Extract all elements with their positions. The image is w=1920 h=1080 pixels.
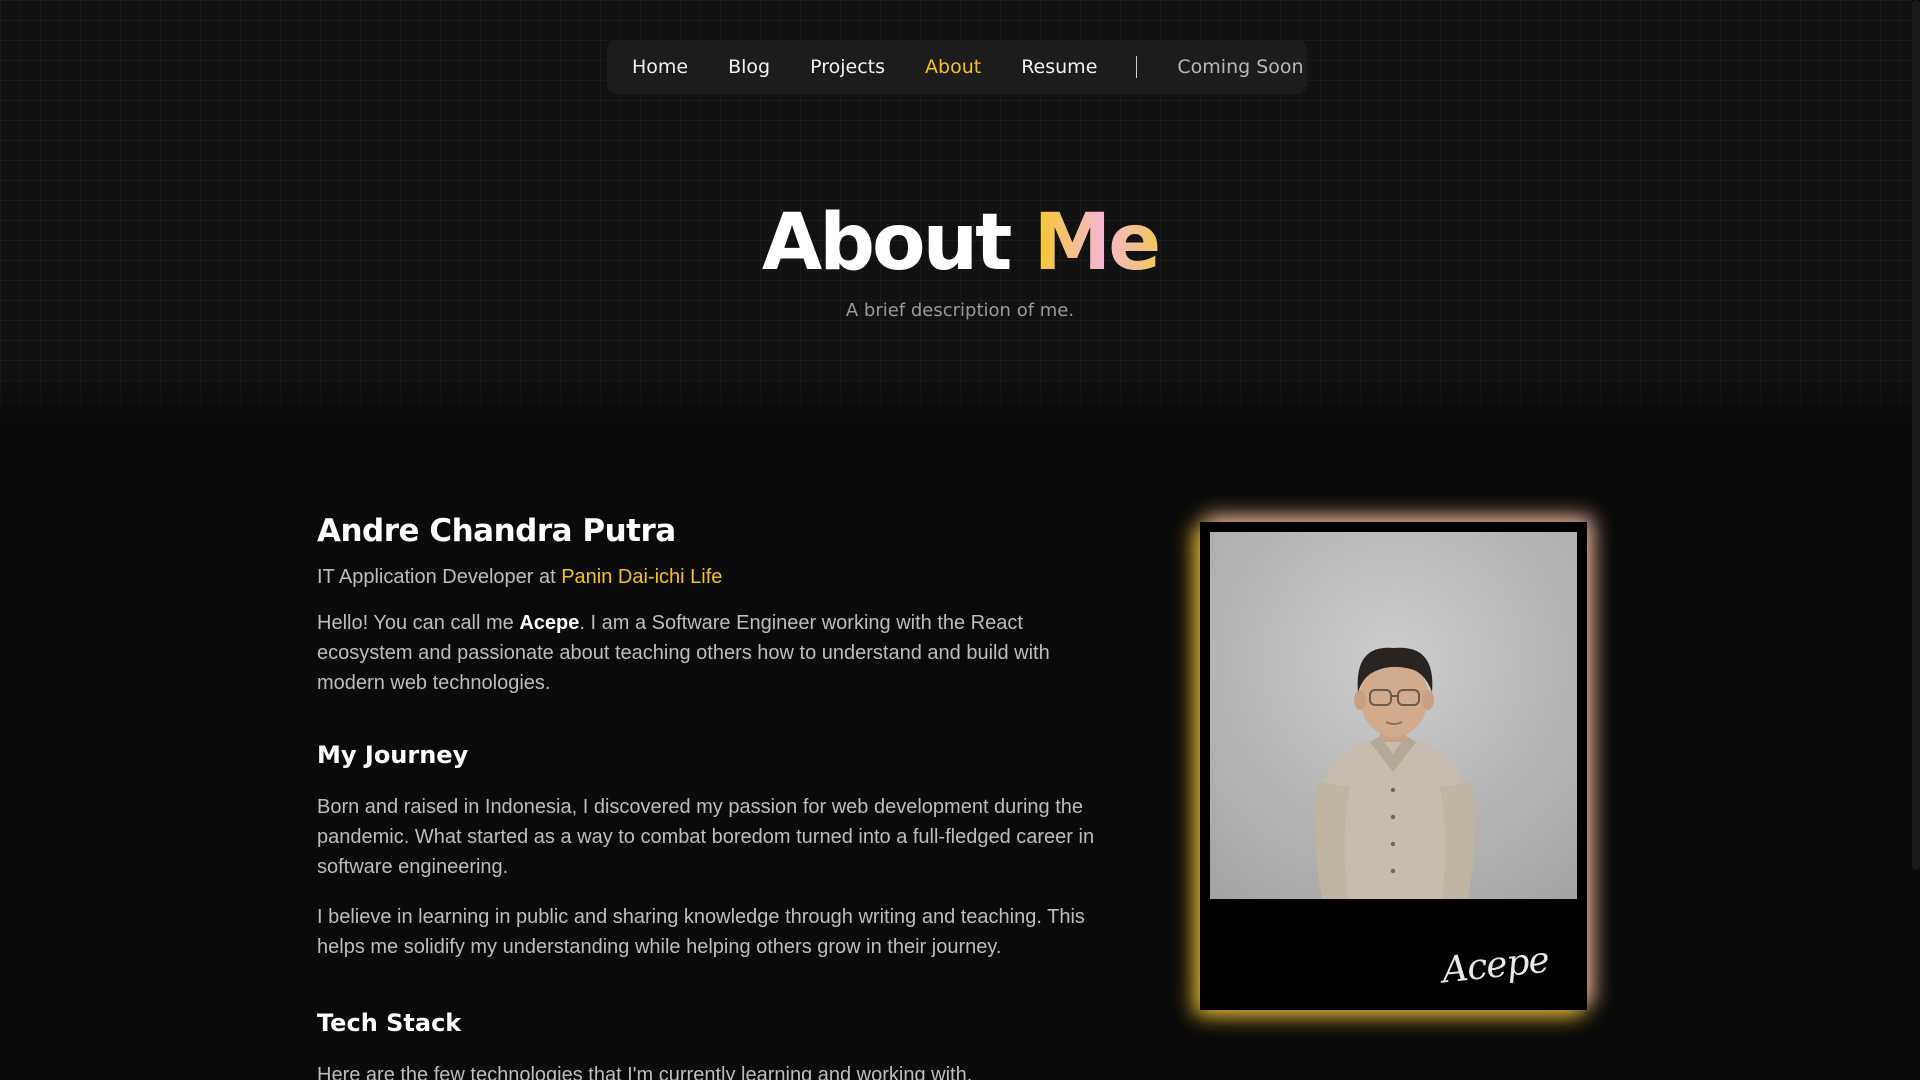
nav-projects[interactable]: Projects: [810, 56, 885, 78]
role-prefix: IT Application Developer at: [317, 566, 562, 588]
nav-about[interactable]: About: [925, 56, 981, 78]
hero-section: Home Blog Projects About Resume Coming S…: [0, 0, 1920, 430]
tech-stack-intro: Here are the few technologies that I'm c…: [317, 1064, 973, 1080]
journey-paragraph-1: Born and raised in Indonesia, I discover…: [317, 796, 1095, 878]
profile-role: IT Application Developer at Panin Dai-ic…: [317, 562, 1117, 592]
signature: Acepe: [1440, 939, 1551, 992]
page-subtitle: A brief description of me.: [845, 300, 1075, 321]
tech-stack-heading: Tech Stack: [317, 1009, 462, 1037]
intro-paragraph: Hello! You can call me Acepe. I am a Sof…: [317, 608, 1117, 698]
page-title: About Me: [0, 198, 1920, 288]
top-nav: Home Blog Projects About Resume Coming S…: [607, 40, 1307, 94]
profile-name: Andre Chandra Putra: [317, 513, 676, 549]
profile-photo-card: Acepe: [1200, 522, 1587, 1010]
nav-blog[interactable]: Blog: [728, 56, 770, 78]
profile-photo: [1210, 532, 1577, 899]
nav-divider: [1136, 56, 1138, 78]
company-link[interactable]: Panin Dai-ichi Life: [561, 566, 722, 588]
page-title-accent: Me: [1033, 198, 1162, 288]
nav-coming-soon: Coming Soon: [1177, 56, 1304, 78]
page-title-main: About: [761, 198, 1034, 288]
about-content: Andre Chandra Putra IT Application Devel…: [317, 510, 1117, 1080]
nav-home[interactable]: Home: [632, 56, 688, 78]
about-page: Home Blog Projects About Resume Coming S…: [0, 0, 1920, 1080]
scrollbar-thumb[interactable]: [1912, 0, 1920, 870]
journey-heading: My Journey: [317, 741, 469, 769]
scrollbar-track[interactable]: [1912, 0, 1920, 1080]
nickname: Acepe: [519, 612, 580, 634]
journey-paragraph-2: I believe in learning in public and shar…: [317, 906, 1085, 958]
person-portrait-icon: [1314, 647, 1476, 899]
intro-prefix: Hello! You can call me: [317, 612, 520, 634]
nav-resume[interactable]: Resume: [1021, 56, 1097, 78]
